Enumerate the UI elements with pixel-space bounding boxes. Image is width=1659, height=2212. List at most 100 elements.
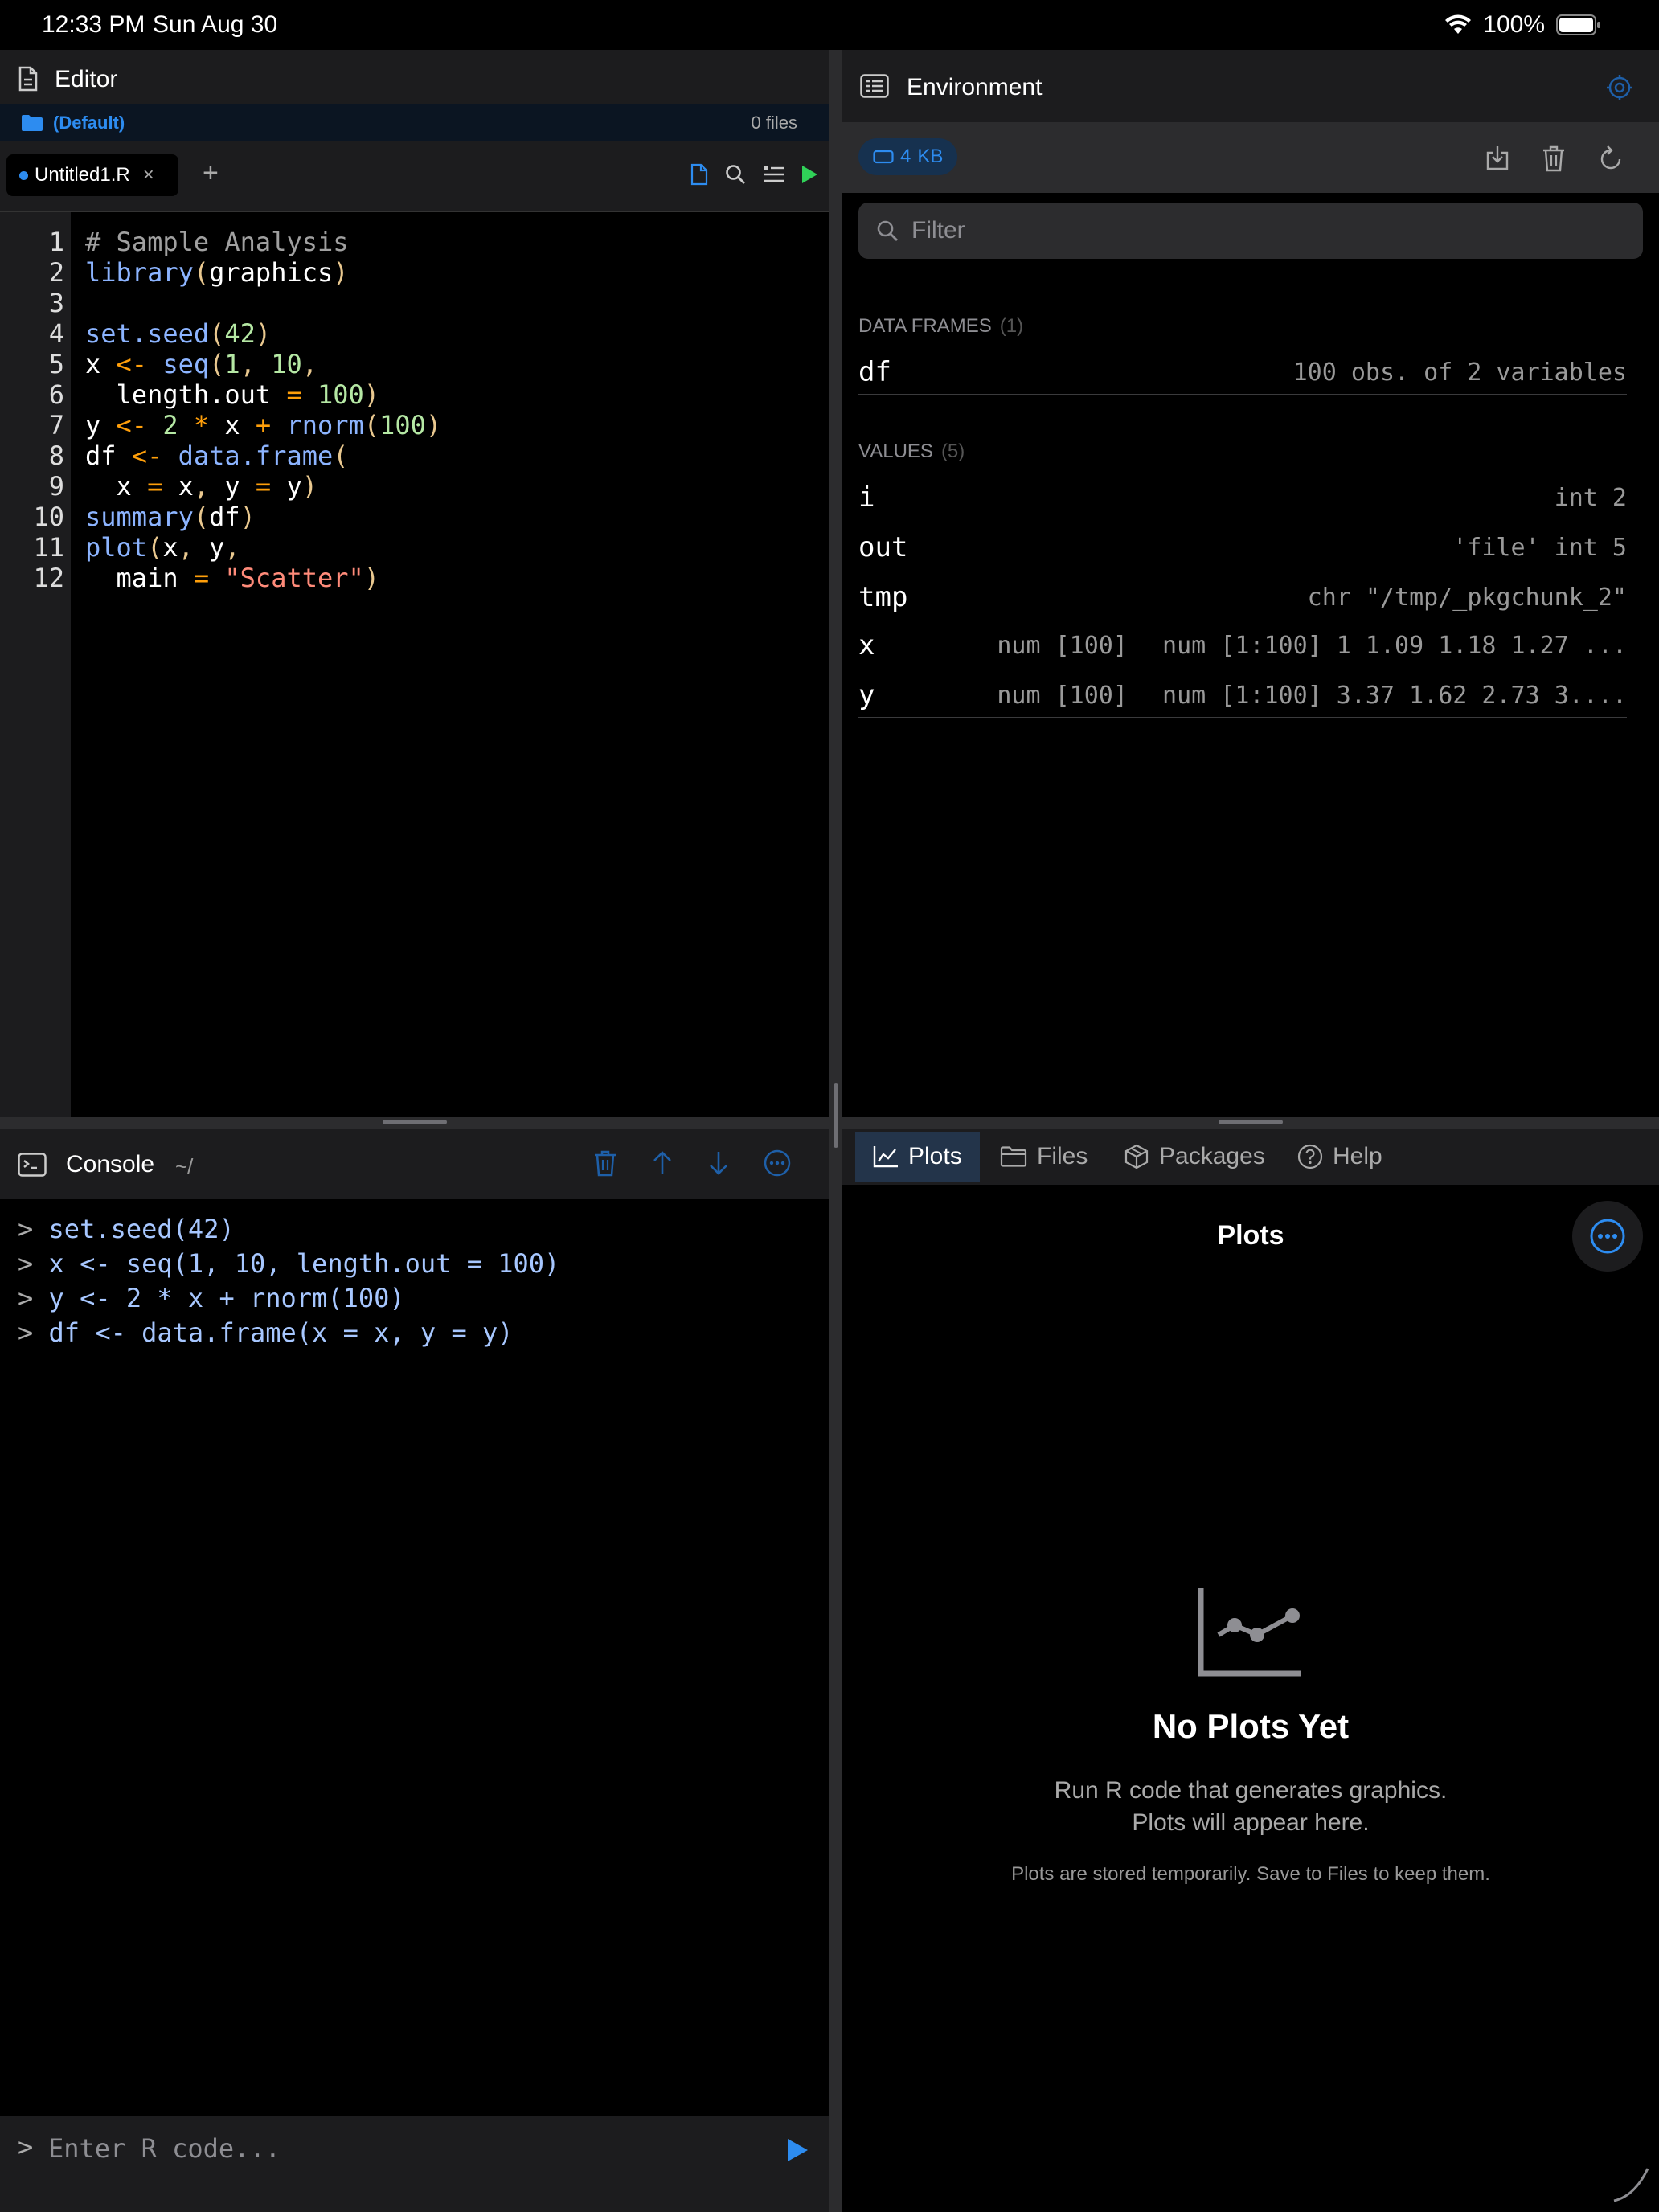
- status-indicators: 100%: [1444, 11, 1601, 39]
- var-name: y: [858, 679, 875, 711]
- var-type: num [100]: [997, 631, 1128, 660]
- splitter-handle[interactable]: [383, 1120, 447, 1124]
- editor-header: [0, 50, 830, 104]
- empty-state-title: No Plots Yet: [1152, 1707, 1350, 1745]
- var-name: df: [858, 356, 891, 388]
- package-icon: [1124, 1144, 1149, 1169]
- var-value: 100 obs. of 2 variables: [1292, 358, 1627, 387]
- line-chart-icon: [1198, 1588, 1301, 1677]
- import-icon[interactable]: [1485, 145, 1509, 170]
- tab-label: Files: [1037, 1143, 1088, 1169]
- filter-input[interactable]: [911, 217, 1619, 244]
- var-value: num [1:100] 1 1.09 1.18 1.27 ...: [1162, 631, 1627, 660]
- values-label: VALUES: [858, 440, 933, 462]
- var-name: i: [858, 481, 875, 514]
- document-icon: [18, 66, 38, 92]
- battery-percent: 100%: [1483, 11, 1545, 38]
- values-count: (5): [940, 440, 965, 462]
- console-history: > set.seed(42) > x <- seq(1, 10, length.…: [18, 1214, 560, 1348]
- chart-icon: [873, 1146, 898, 1168]
- console-toolbar: [593, 1149, 791, 1177]
- var-value: int 2: [1554, 483, 1627, 512]
- help-icon: [1297, 1144, 1323, 1169]
- more-icon[interactable]: [764, 1149, 791, 1177]
- memory-unit: KB: [917, 145, 944, 167]
- env-row-y[interactable]: y num [100] num [1:100] 3.37 1.62 2.73 3…: [858, 670, 1627, 720]
- tab-label: Plots: [908, 1143, 962, 1169]
- var-value: 'file' int 5: [1452, 533, 1627, 562]
- var-name: out: [858, 531, 908, 563]
- tab-packages[interactable]: Packages: [1106, 1132, 1283, 1182]
- empty-state-note: Plots are stored temporarily. Save to Fi…: [1011, 1863, 1490, 1885]
- memory-icon: [873, 150, 894, 164]
- trash-icon[interactable]: [593, 1149, 617, 1177]
- data-frames-header: DATA FRAMES (1): [858, 315, 1023, 338]
- tab-plots[interactable]: Plots: [855, 1132, 980, 1182]
- plots-title: Plots: [1217, 1220, 1284, 1251]
- editor-title: Editor: [55, 66, 118, 92]
- wifi-icon: [1445, 14, 1472, 34]
- plots-more-button[interactable]: [1572, 1201, 1643, 1272]
- var-type: num [100]: [997, 681, 1128, 710]
- battery-icon: [1556, 14, 1600, 35]
- memory-value: 4: [900, 145, 911, 167]
- memory-badge: 4 KB: [858, 138, 958, 175]
- environment-actions: [1485, 145, 1624, 172]
- splitter-handle[interactable]: [1219, 1120, 1283, 1124]
- divider: [858, 717, 1627, 718]
- values-header: VALUES (5): [858, 440, 965, 463]
- var-name: x: [858, 629, 875, 662]
- add-tab-button[interactable]: +: [203, 158, 219, 189]
- unsaved-dot: [19, 170, 28, 180]
- filter-box[interactable]: [858, 203, 1643, 259]
- plots-panel: [842, 1185, 1659, 2212]
- console-path: ~/: [175, 1154, 194, 1178]
- empty-line-2: Plots will appear here.: [1132, 1809, 1370, 1836]
- project-file-count: 0 files: [751, 113, 797, 133]
- status-date: Sun Aug 30: [153, 11, 278, 38]
- line-numbers: 1 2 3 4 5 6 7 8 9 10 11 12: [33, 227, 64, 593]
- search-icon: [877, 220, 898, 241]
- data-frames-label: DATA FRAMES: [858, 315, 992, 337]
- trash-icon[interactable]: [1542, 145, 1566, 172]
- tab-files[interactable]: Files: [982, 1132, 1105, 1182]
- console-title: Console: [66, 1151, 155, 1178]
- tab-label: Packages: [1159, 1143, 1265, 1169]
- status-time: 12:33 PM: [42, 11, 145, 38]
- more-icon: [1590, 1219, 1625, 1254]
- var-value: chr "/tmp/_pkgchunk_2": [1307, 583, 1627, 612]
- list-icon: [860, 74, 889, 98]
- resize-corner-icon[interactable]: [1611, 2164, 1651, 2204]
- env-row-out[interactable]: out 'file' int 5: [858, 522, 1627, 572]
- console-input[interactable]: [48, 2128, 756, 2169]
- console-prompt: >: [18, 2132, 34, 2162]
- env-row-tmp[interactable]: tmp chr "/tmp/_pkgchunk_2": [858, 572, 1627, 622]
- env-row-i[interactable]: i int 2: [858, 473, 1627, 522]
- settings-icon[interactable]: [1606, 74, 1633, 101]
- editor-toolbar: [690, 163, 818, 186]
- vertical-splitter-handle[interactable]: [834, 1083, 838, 1148]
- format-icon[interactable]: [762, 164, 784, 185]
- arrow-down-icon[interactable]: [707, 1150, 730, 1176]
- arrow-up-icon[interactable]: [651, 1150, 674, 1176]
- env-row-df[interactable]: df 100 obs. of 2 variables: [858, 347, 1627, 397]
- divider: [858, 394, 1627, 395]
- send-icon[interactable]: [786, 2138, 809, 2162]
- close-icon[interactable]: ×: [143, 164, 154, 186]
- tab-label: Untitled1.R: [35, 164, 130, 186]
- environment-title: Environment: [907, 74, 1043, 100]
- data-frames-count: (1): [999, 315, 1024, 337]
- var-name: tmp: [858, 581, 908, 613]
- env-row-x[interactable]: x num [100] num [1:100] 1 1.09 1.18 1.27…: [858, 621, 1627, 670]
- tab-label: Help: [1333, 1143, 1382, 1169]
- run-icon[interactable]: [801, 165, 818, 184]
- code-content[interactable]: # Sample Analysis library(graphics) set.…: [85, 227, 441, 593]
- tab-help[interactable]: Help: [1280, 1132, 1400, 1182]
- tab-untitled1[interactable]: Untitled1.R ×: [6, 154, 178, 196]
- var-value: num [1:100] 3.37 1.62 2.73 3....: [1162, 681, 1627, 710]
- search-icon[interactable]: [725, 164, 746, 185]
- new-file-icon[interactable]: [690, 163, 709, 186]
- refresh-icon[interactable]: [1598, 145, 1624, 172]
- empty-line-1: Run R code that generates graphics.: [1054, 1777, 1448, 1804]
- empty-state-description: Run R code that generates graphics. Plot…: [842, 1775, 1659, 1839]
